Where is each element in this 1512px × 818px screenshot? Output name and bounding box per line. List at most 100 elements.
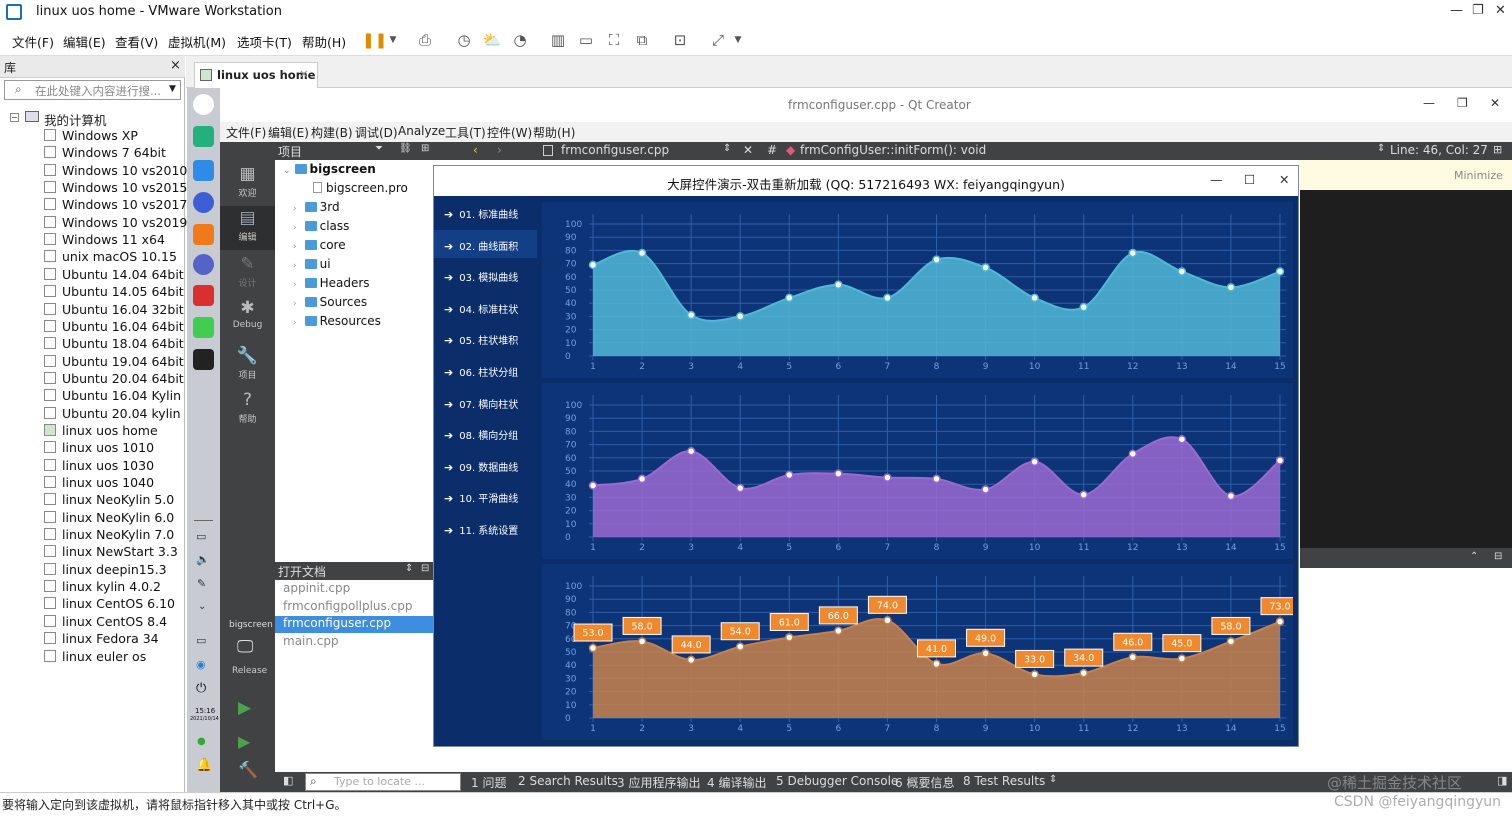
restore-icon[interactable]: ❐ bbox=[1472, 3, 1484, 18]
bell-icon[interactable]: 🔔 bbox=[196, 758, 212, 773]
kit-monitor-icon[interactable]: 🖵 bbox=[237, 637, 253, 657]
chevron-down-icon[interactable]: ▼ bbox=[169, 84, 176, 94]
vm-list-item[interactable]: linux uos 1010 bbox=[44, 440, 154, 457]
vm-list-item[interactable]: Ubuntu 16.04 64bit bbox=[44, 319, 184, 336]
vm-list-item[interactable]: linux NeoKylin 7.0 bbox=[44, 527, 174, 544]
editor-file-combo[interactable]: frmconfiguser.cpp bbox=[561, 143, 669, 157]
vm-list-item[interactable]: unix macOS 10.15 bbox=[44, 249, 177, 266]
unity-icon[interactable]: ⧉ bbox=[631, 30, 653, 50]
tree-folder[interactable]: › 3rd bbox=[293, 200, 340, 214]
sidebar-toggle-icon[interactable]: ◧ bbox=[283, 774, 293, 787]
vm-list-item[interactable]: Ubuntu 14.05 64bit bbox=[44, 284, 184, 301]
vm-list-item[interactable]: linux deepin15.3 bbox=[44, 562, 167, 579]
vm-list-item[interactable]: linux CentOS 8.4 bbox=[44, 614, 167, 631]
tree-folder[interactable]: › Sources bbox=[293, 295, 367, 309]
fullscreen-icon[interactable]: ⛶ bbox=[603, 30, 625, 50]
debug-run-icon[interactable]: ▶ bbox=[238, 732, 250, 751]
run-icon[interactable]: ▶ bbox=[238, 698, 251, 718]
vm-list-item[interactable]: Ubuntu 16.04 32bit bbox=[44, 302, 184, 319]
thumbnail-icon[interactable]: ▭ bbox=[575, 30, 597, 50]
build-hammer-icon[interactable]: 🔨 bbox=[238, 760, 258, 779]
nav-item[interactable]: ➔ 06. 柱状分组 bbox=[434, 356, 537, 384]
mode-design[interactable]: ✎ 设计 bbox=[220, 252, 275, 296]
qt-menu-debug[interactable]: 调试(D) bbox=[355, 124, 398, 141]
project-root[interactable]: ⌄ bigscreen bbox=[283, 162, 376, 176]
nav-item[interactable]: ➔ 09. 数据曲线 bbox=[434, 451, 537, 479]
vm-list-item[interactable]: linux uos 1030 bbox=[44, 458, 154, 475]
vm-list-item[interactable]: linux uos 1040 bbox=[44, 475, 154, 492]
qt-menu-file[interactable]: 文件(F) bbox=[226, 124, 266, 141]
globe-icon[interactable]: ◉ bbox=[196, 658, 206, 671]
send-keys-icon[interactable]: ⎙ bbox=[414, 30, 436, 50]
vm-list-item[interactable]: Windows 11 x64 bbox=[44, 232, 165, 249]
nav-item[interactable]: ➔ 05. 柱状堆积 bbox=[434, 324, 537, 352]
menu-tabs[interactable]: 选项卡(T) bbox=[237, 32, 292, 51]
stretch-icon[interactable]: ⤢ bbox=[707, 30, 729, 50]
split-icon[interactable]: ⊞ bbox=[421, 143, 429, 154]
keyboard-icon[interactable]: ▭ bbox=[196, 530, 206, 543]
close-doc-icon[interactable]: ✕ bbox=[743, 143, 753, 157]
launcher-icon[interactable] bbox=[193, 94, 214, 115]
open-doc-item[interactable]: frmconfigpollplus.cpp bbox=[275, 599, 433, 616]
output-tab[interactable]: 6 概要信息 bbox=[895, 774, 954, 791]
qt-menu-help[interactable]: 帮助(H) bbox=[533, 124, 575, 141]
tree-folder[interactable]: › ui bbox=[293, 257, 331, 271]
split-icon[interactable]: ⊟ bbox=[421, 563, 429, 574]
stretch-menu-icon[interactable]: ▼ bbox=[727, 30, 749, 50]
qt-menu-edit[interactable]: 编辑(E) bbox=[268, 124, 309, 141]
nav-item[interactable]: ➔ 08. 横向分组 bbox=[434, 419, 537, 447]
tree-folder[interactable]: › core bbox=[293, 238, 346, 252]
tree-folder[interactable]: › Resources bbox=[293, 314, 381, 328]
back-icon[interactable]: ‹ bbox=[473, 143, 478, 157]
link-icon[interactable]: ⛓ bbox=[399, 143, 412, 154]
chevron-down-icon[interactable]: ▼ bbox=[382, 30, 404, 50]
project-file[interactable]: bigscreen.pro bbox=[313, 181, 408, 195]
file-manager-icon[interactable] bbox=[193, 160, 214, 181]
output-tab[interactable]: 4 编译输出 bbox=[707, 774, 766, 791]
vm-list-item[interactable]: linux NeoKylin 5.0 bbox=[44, 492, 174, 509]
vm-list-item[interactable]: Ubuntu 18.04 64bit bbox=[44, 336, 184, 353]
output-up-icon[interactable]: ⌃ bbox=[1470, 551, 1478, 562]
terminal-icon[interactable] bbox=[193, 285, 214, 306]
vm-list-item[interactable]: linux euler os bbox=[44, 649, 146, 666]
vm-list-item[interactable]: Ubuntu 20.04 kylin bbox=[44, 406, 181, 423]
vm-list-item[interactable]: Windows 10 vs2015 bbox=[44, 180, 187, 197]
nav-item[interactable]: ➔ 01. 标准曲线 bbox=[434, 198, 537, 226]
vm-list-item[interactable]: linux NeoKylin 6.0 bbox=[44, 510, 174, 527]
locator-input[interactable]: ⌕ Type to locate ... bbox=[305, 773, 461, 791]
output-close-icon[interactable]: ⊟ bbox=[1494, 551, 1502, 562]
tray-chevron-icon[interactable]: ⌄ bbox=[198, 601, 206, 612]
minimize-icon[interactable]: — bbox=[1450, 3, 1463, 18]
library-search[interactable]: ⌕ 在此处键入内容进行搜... ▼ bbox=[4, 80, 181, 100]
browser-icon[interactable] bbox=[193, 192, 214, 213]
close-icon[interactable]: ✕ bbox=[1495, 3, 1506, 18]
console-icon[interactable]: ⊡ bbox=[669, 30, 691, 50]
mode-welcome[interactable]: ▦ 欢迎 bbox=[220, 162, 275, 206]
open-doc-item[interactable]: main.cpp bbox=[275, 634, 433, 651]
filter-icon[interactable]: ⏷ bbox=[375, 143, 383, 154]
vm-list-item[interactable]: Ubuntu 14.04 64bit bbox=[44, 267, 184, 284]
sidebar-toggle-icon[interactable]: ▥ bbox=[547, 30, 569, 50]
menu-help[interactable]: 帮助(H) bbox=[302, 32, 346, 51]
tree-root[interactable]: 我的计算机 bbox=[44, 110, 107, 129]
menu-edit[interactable]: 编辑(E) bbox=[63, 32, 106, 51]
nav-item[interactable]: ➔ 03. 模拟曲线 bbox=[434, 261, 537, 289]
open-doc-item[interactable]: frmconfiguser.cpp bbox=[275, 616, 433, 633]
settings-icon[interactable] bbox=[193, 254, 214, 275]
code-editor[interactable] bbox=[1300, 160, 1512, 568]
qt-close-icon[interactable]: ✕ bbox=[1490, 96, 1500, 110]
revert-snapshot-icon[interactable]: ⛅ bbox=[481, 30, 503, 50]
vm-list-item[interactable]: linux uos home bbox=[44, 423, 158, 440]
forward-icon[interactable]: › bbox=[497, 143, 502, 157]
vm-list-item[interactable]: linux kylin 4.0.2 bbox=[44, 579, 161, 596]
pen-tray-icon[interactable]: ✎ bbox=[197, 577, 206, 590]
mode-help[interactable]: ? 帮助 bbox=[220, 388, 275, 432]
chevron-updown-icon[interactable]: ⇕ bbox=[405, 563, 413, 574]
menu-view[interactable]: 查看(V) bbox=[115, 32, 158, 51]
qt-menu-build[interactable]: 构建(B) bbox=[311, 124, 353, 141]
qt-maximize-icon[interactable]: ❐ bbox=[1457, 96, 1468, 110]
nav-item[interactable]: ➔ 04. 标准柱状 bbox=[434, 293, 537, 321]
symbol-combo[interactable]: frmConfigUser::initForm(): void bbox=[800, 143, 986, 157]
output-tab[interactable]: 2 Search Results bbox=[518, 774, 618, 788]
output-tab[interactable]: 5 Debugger Console bbox=[776, 774, 898, 788]
